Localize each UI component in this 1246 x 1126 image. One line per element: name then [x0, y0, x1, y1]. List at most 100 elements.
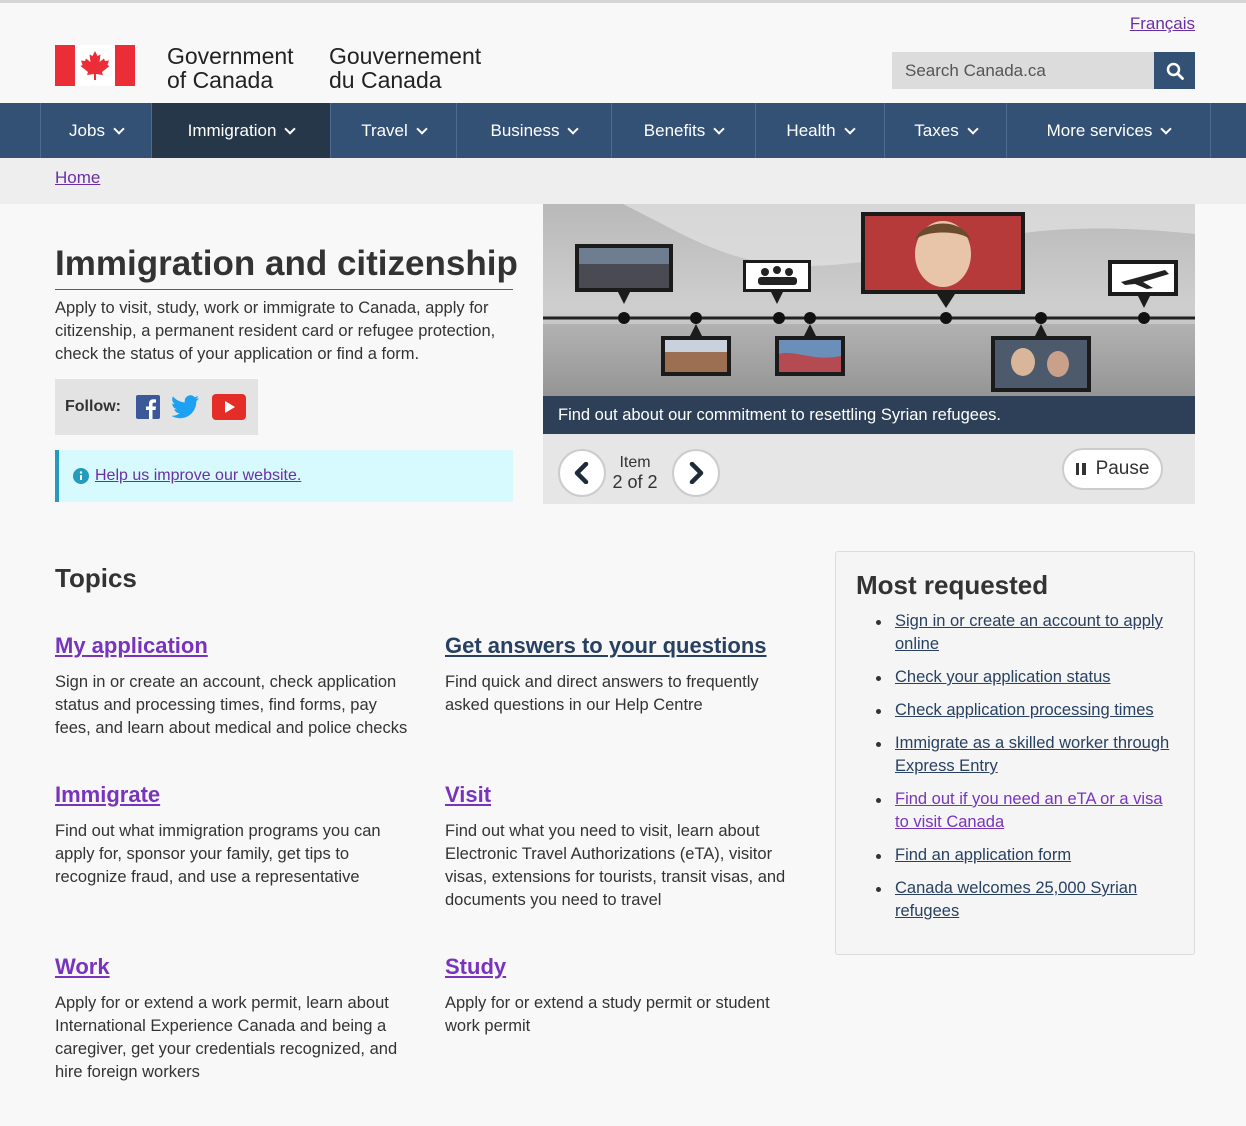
feature-carousel: Find out about our commitment to resettl… — [543, 204, 1195, 504]
info-icon — [73, 468, 89, 484]
pause-icon — [1075, 463, 1086, 475]
topic-description: Find out what you need to visit, learn a… — [445, 822, 786, 909]
chevron-down-icon — [843, 122, 856, 135]
menu-label: Travel — [361, 120, 408, 140]
youtube-icon[interactable] — [211, 394, 246, 420]
carousel-caption[interactable]: Find out about our commitment to resettl… — [543, 396, 1195, 434]
search-input[interactable] — [892, 52, 1154, 89]
topic-description: Sign in or create an account, check appl… — [55, 673, 408, 737]
menu-label: More services — [1046, 120, 1153, 140]
list-item: Find an application form — [876, 844, 1176, 867]
canada-flag-icon[interactable] — [55, 45, 135, 86]
most-requested-link[interactable]: Check your application status — [895, 668, 1111, 686]
menu-item-business[interactable]: Business — [457, 103, 612, 158]
topics-heading: Topics — [55, 563, 137, 593]
topic-title-link[interactable]: Get answers to your questions — [445, 633, 805, 659]
menu-label: Jobs — [69, 120, 105, 140]
most-requested-list: Sign in or create an account to apply on… — [876, 610, 1176, 933]
chevron-down-icon — [113, 122, 125, 135]
carousel-slide-image[interactable] — [543, 204, 1195, 396]
menu-label: Benefits — [643, 120, 706, 140]
topic-title-link[interactable]: Visit — [445, 782, 805, 808]
improve-website-link[interactable]: Help us improve our website. — [95, 467, 301, 485]
signature-fr-line1: Gouvernement — [329, 43, 482, 69]
chevron-down-icon — [1160, 122, 1173, 135]
search-icon — [1166, 62, 1184, 80]
search-form — [892, 52, 1195, 89]
breadcrumb-home-link[interactable]: Home — [55, 168, 100, 188]
topic-work: Work Apply for or extend a work permit, … — [55, 954, 415, 1084]
chevron-left-icon — [574, 462, 589, 484]
chevron-down-icon — [567, 122, 580, 135]
chevron-down-icon — [284, 122, 297, 135]
menu-label: Immigration — [187, 120, 277, 140]
facebook-icon[interactable] — [135, 395, 160, 419]
list-item: Sign in or create an account to apply on… — [876, 610, 1176, 656]
topic-visit: Visit Find out what you need to visit, l… — [445, 782, 805, 912]
signature-french: Gouvernement du Canada — [329, 44, 481, 92]
topic-study: Study Apply for or extend a study permit… — [445, 954, 805, 1038]
twitter-icon[interactable] — [171, 395, 200, 419]
topic-description: Find out what immigration programs you c… — [55, 822, 381, 886]
topic-title-link[interactable]: Study — [445, 954, 805, 980]
menu-item-jobs[interactable]: Jobs — [41, 103, 152, 158]
menu-label: Health — [786, 120, 836, 140]
main-menu: Jobs Immigration Travel Business Benefit… — [0, 103, 1246, 158]
list-item: Check application processing times — [876, 699, 1176, 722]
carousel-next-button[interactable] — [672, 449, 720, 497]
menu-item-health[interactable]: Health — [756, 103, 885, 158]
title-underline — [55, 289, 513, 290]
language-toggle-link[interactable]: Français — [1130, 14, 1195, 34]
carousel-previous-button[interactable] — [558, 449, 606, 497]
breadcrumb — [0, 158, 1246, 204]
chevron-right-icon — [689, 462, 704, 484]
most-requested-link[interactable]: Find an application form — [895, 846, 1071, 864]
topic-title-link[interactable]: Work — [55, 954, 415, 980]
menu-item-immigration[interactable]: Immigration — [152, 103, 331, 158]
menu-item-more-services[interactable]: More services — [1007, 103, 1211, 158]
page-intro: Apply to visit, study, work or immigrate… — [55, 299, 496, 363]
signature-english: Government of Canada — [167, 44, 294, 92]
topic-immigrate: Immigrate Find out what immigration prog… — [55, 782, 415, 889]
topic-description: Find quick and direct answers to frequen… — [445, 673, 759, 714]
list-item: Immigrate as a skilled worker through Ex… — [876, 732, 1176, 778]
most-requested-link[interactable]: Canada welcomes 25,000 Syrian refugees — [895, 879, 1137, 920]
search-button[interactable] — [1154, 52, 1195, 89]
menu-label: Business — [490, 120, 560, 140]
social-follow-bar: Follow: — [55, 379, 258, 435]
page-title: Immigration and citizenship — [55, 244, 518, 283]
topic-description: Apply for or extend a work permit, learn… — [55, 994, 398, 1081]
most-requested-panel: Most requested Sign in or create an acco… — [835, 551, 1195, 955]
list-item: Find out if you need an eTA or a visa to… — [876, 788, 1176, 834]
signature-en-line2: of Canada — [167, 67, 274, 93]
carousel-item-label: Item — [619, 454, 651, 471]
menu-item-taxes[interactable]: Taxes — [885, 103, 1007, 158]
follow-label: Follow: — [65, 398, 121, 415]
topic-my-application: My application Sign in or create an acco… — [55, 633, 415, 740]
menu-item-benefits[interactable]: Benefits — [612, 103, 756, 158]
carousel-item-counter: Item 2 of 2 — [609, 454, 661, 493]
most-requested-link[interactable]: Immigrate as a skilled worker through Ex… — [895, 734, 1169, 775]
topic-title-link[interactable]: My application — [55, 633, 415, 659]
signature-fr-line2: du Canada — [329, 67, 442, 93]
menu-label: Taxes — [914, 120, 959, 140]
most-requested-heading: Most requested — [856, 570, 1049, 600]
menu-item-travel[interactable]: Travel — [331, 103, 457, 158]
chevron-down-icon — [967, 122, 979, 135]
carousel-pause-button[interactable]: Pause — [1062, 448, 1163, 490]
chevron-down-icon — [416, 122, 428, 135]
top-border — [0, 0, 1246, 3]
most-requested-link[interactable]: Sign in or create an account to apply on… — [895, 612, 1163, 653]
most-requested-link[interactable]: Find out if you need an eTA or a visa to… — [895, 790, 1163, 831]
list-item: Check your application status — [876, 666, 1176, 689]
topic-get-answers: Get answers to your questions Find quick… — [445, 633, 805, 717]
pause-label: Pause — [1095, 458, 1150, 479]
list-item: Canada welcomes 25,000 Syrian refugees — [876, 877, 1176, 923]
topic-title-link[interactable]: Immigrate — [55, 782, 415, 808]
carousel-item-count: 2 of 2 — [612, 472, 658, 492]
topic-description: Apply for or extend a study permit or st… — [445, 994, 770, 1035]
feedback-banner: Help us improve our website. — [55, 450, 513, 502]
most-requested-link[interactable]: Check application processing times — [895, 701, 1154, 719]
chevron-down-icon — [713, 122, 725, 135]
signature-en-line1: Government — [167, 43, 294, 69]
